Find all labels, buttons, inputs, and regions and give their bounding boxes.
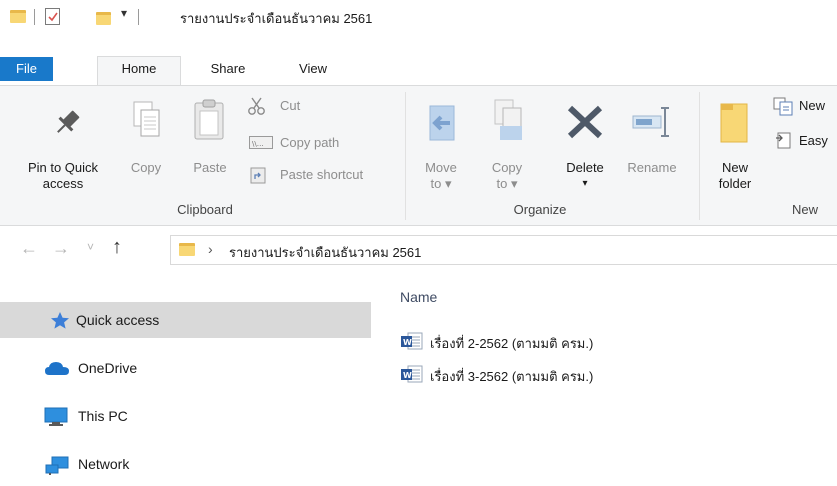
easy-access-icon	[776, 132, 791, 149]
rename-icon	[632, 107, 669, 137]
tab-view[interactable]: View	[290, 57, 336, 86]
word-document-icon: W	[401, 365, 423, 383]
paste-shortcut-label: Paste shortcut	[280, 167, 364, 182]
pin-icon	[57, 110, 80, 133]
file-row[interactable]: W เรื่องที่ 2-2562 (ตามมติ ครม.)	[398, 330, 818, 352]
cloud-icon	[45, 362, 69, 375]
new-item-icon	[773, 97, 793, 116]
copy-path-label: Copy path	[280, 135, 340, 150]
monitor-icon	[44, 407, 68, 426]
nav-item-quick-access[interactable]: Quick access	[0, 302, 371, 338]
move-to-label-line2: to ▾	[430, 176, 452, 191]
easy-access-label: Easy	[799, 133, 828, 148]
nav-label-onedrive: OneDrive	[78, 360, 138, 376]
copy-to-button[interactable]: Copy to ▾	[484, 94, 530, 194]
paste-shortcut-icon	[250, 167, 266, 184]
qat-dropdown-icon[interactable]: ▾	[121, 6, 127, 20]
properties-icon[interactable]	[45, 8, 60, 25]
tab-file[interactable]: File	[0, 57, 53, 81]
file-name: เรื่องที่ 3-2562 (ตามมติ ครม.)	[430, 369, 594, 384]
folder-icon	[720, 103, 748, 143]
network-icon	[45, 456, 69, 475]
copy-to-label-line1: Copy	[491, 160, 523, 175]
paste-button[interactable]: Paste	[186, 94, 234, 175]
new-folder-label-line1: New	[721, 160, 748, 175]
group-separator	[699, 92, 700, 220]
address-bar: ← → ˅ ↑ › รายงานประจำเดือนธันวาคม 2561	[0, 232, 837, 268]
paste-shortcut-button[interactable]: Paste shortcut	[246, 164, 396, 186]
tab-share[interactable]: Share	[205, 57, 251, 86]
star-icon	[51, 312, 69, 329]
organize-group-label: Organize	[513, 202, 567, 217]
rename-label: Rename	[627, 160, 677, 175]
svg-text:W: W	[403, 338, 412, 347]
navigation-pane: Quick access OneDrive This PC Network	[0, 270, 371, 486]
copy-icon	[133, 101, 160, 137]
copy-path-icon: \\…	[249, 136, 273, 149]
copy-button[interactable]: Copy	[124, 94, 168, 175]
title-separator	[34, 9, 35, 25]
delete-label: Delete	[566, 160, 604, 175]
address-box[interactable]: › รายงานประจำเดือนธันวาคม 2561	[170, 235, 837, 265]
title-bar: ▾ รายงานประจำเดือนธันวาคม 2561	[0, 0, 837, 34]
delete-button[interactable]: Delete ▾	[556, 94, 614, 194]
pin-label-line1: Pin to Quick	[27, 160, 99, 175]
folder-icon	[179, 243, 195, 256]
new-group-label: New	[791, 202, 818, 217]
file-name: เรื่องที่ 2-2562 (ตามมติ ครม.)	[430, 336, 594, 351]
move-to-button[interactable]: Move to ▾	[418, 94, 464, 194]
new-folder-button[interactable]: New folder	[710, 94, 760, 194]
new-item-button[interactable]: New	[772, 96, 837, 118]
up-button[interactable]: ↑	[112, 236, 122, 259]
window-title: รายงานประจำเดือนธันวาคม 2561	[180, 11, 373, 26]
ribbon-tabs: File Home Share View	[0, 56, 837, 86]
paste-label: Paste	[193, 160, 227, 175]
cut-button[interactable]: Cut	[246, 96, 386, 118]
back-button[interactable]: ←	[20, 238, 38, 259]
checkmark-icon	[48, 12, 58, 22]
new-item-label: New	[799, 98, 826, 113]
nav-label-quick-access: Quick access	[76, 312, 160, 328]
word-document-icon: W	[401, 332, 423, 350]
pin-label-line2: access	[42, 176, 84, 191]
folder-icon	[10, 10, 26, 23]
clipboard-icon	[194, 99, 224, 140]
scissors-icon	[248, 97, 265, 115]
copy-path-button[interactable]: \\… Copy path	[246, 132, 396, 154]
copy-label: Copy	[130, 160, 162, 175]
move-to-icon	[429, 105, 455, 141]
copy-to-icon	[494, 99, 522, 140]
nav-item-network[interactable]: Network	[0, 446, 371, 482]
ribbon: Pin to Quick access Copy Paste Cut \\… C…	[0, 85, 837, 226]
recent-locations-button[interactable]: ˅	[87, 240, 94, 254]
file-row[interactable]: W เรื่องที่ 3-2562 (ตามมติ ครม.)	[398, 363, 818, 385]
pin-to-quick-access-button[interactable]: Pin to Quick access	[14, 94, 112, 191]
nav-label-network: Network	[78, 456, 130, 472]
group-separator	[405, 92, 406, 220]
breadcrumb-path[interactable]: รายงานประจำเดือนธันวาคม 2561	[229, 242, 421, 263]
delete-x-icon	[567, 105, 603, 139]
title-separator	[138, 9, 139, 25]
nav-item-this-pc[interactable]: This PC	[0, 398, 371, 434]
column-header-name[interactable]: Name	[400, 289, 437, 305]
forward-button[interactable]: →	[52, 238, 70, 259]
nav-item-onedrive[interactable]: OneDrive	[0, 350, 371, 386]
new-folder-label-line2: folder	[718, 176, 752, 191]
svg-text:W: W	[403, 371, 412, 380]
rename-button[interactable]: Rename	[620, 94, 684, 175]
delete-dropdown-icon[interactable]: ▾	[556, 176, 614, 191]
breadcrumb-chevron-icon[interactable]: ›	[208, 241, 213, 257]
move-to-label-line1: Move	[425, 160, 457, 175]
copy-to-label-line2: to ▾	[496, 176, 518, 191]
svg-text:\\…: \\…	[252, 140, 264, 148]
easy-access-button[interactable]: Easy	[772, 130, 837, 152]
tab-home[interactable]: Home	[97, 56, 181, 86]
new-folder-icon[interactable]	[96, 12, 111, 25]
nav-label-this-pc: This PC	[78, 408, 128, 424]
clipboard-group-label: Clipboard	[177, 202, 233, 217]
cut-label: Cut	[280, 98, 301, 113]
